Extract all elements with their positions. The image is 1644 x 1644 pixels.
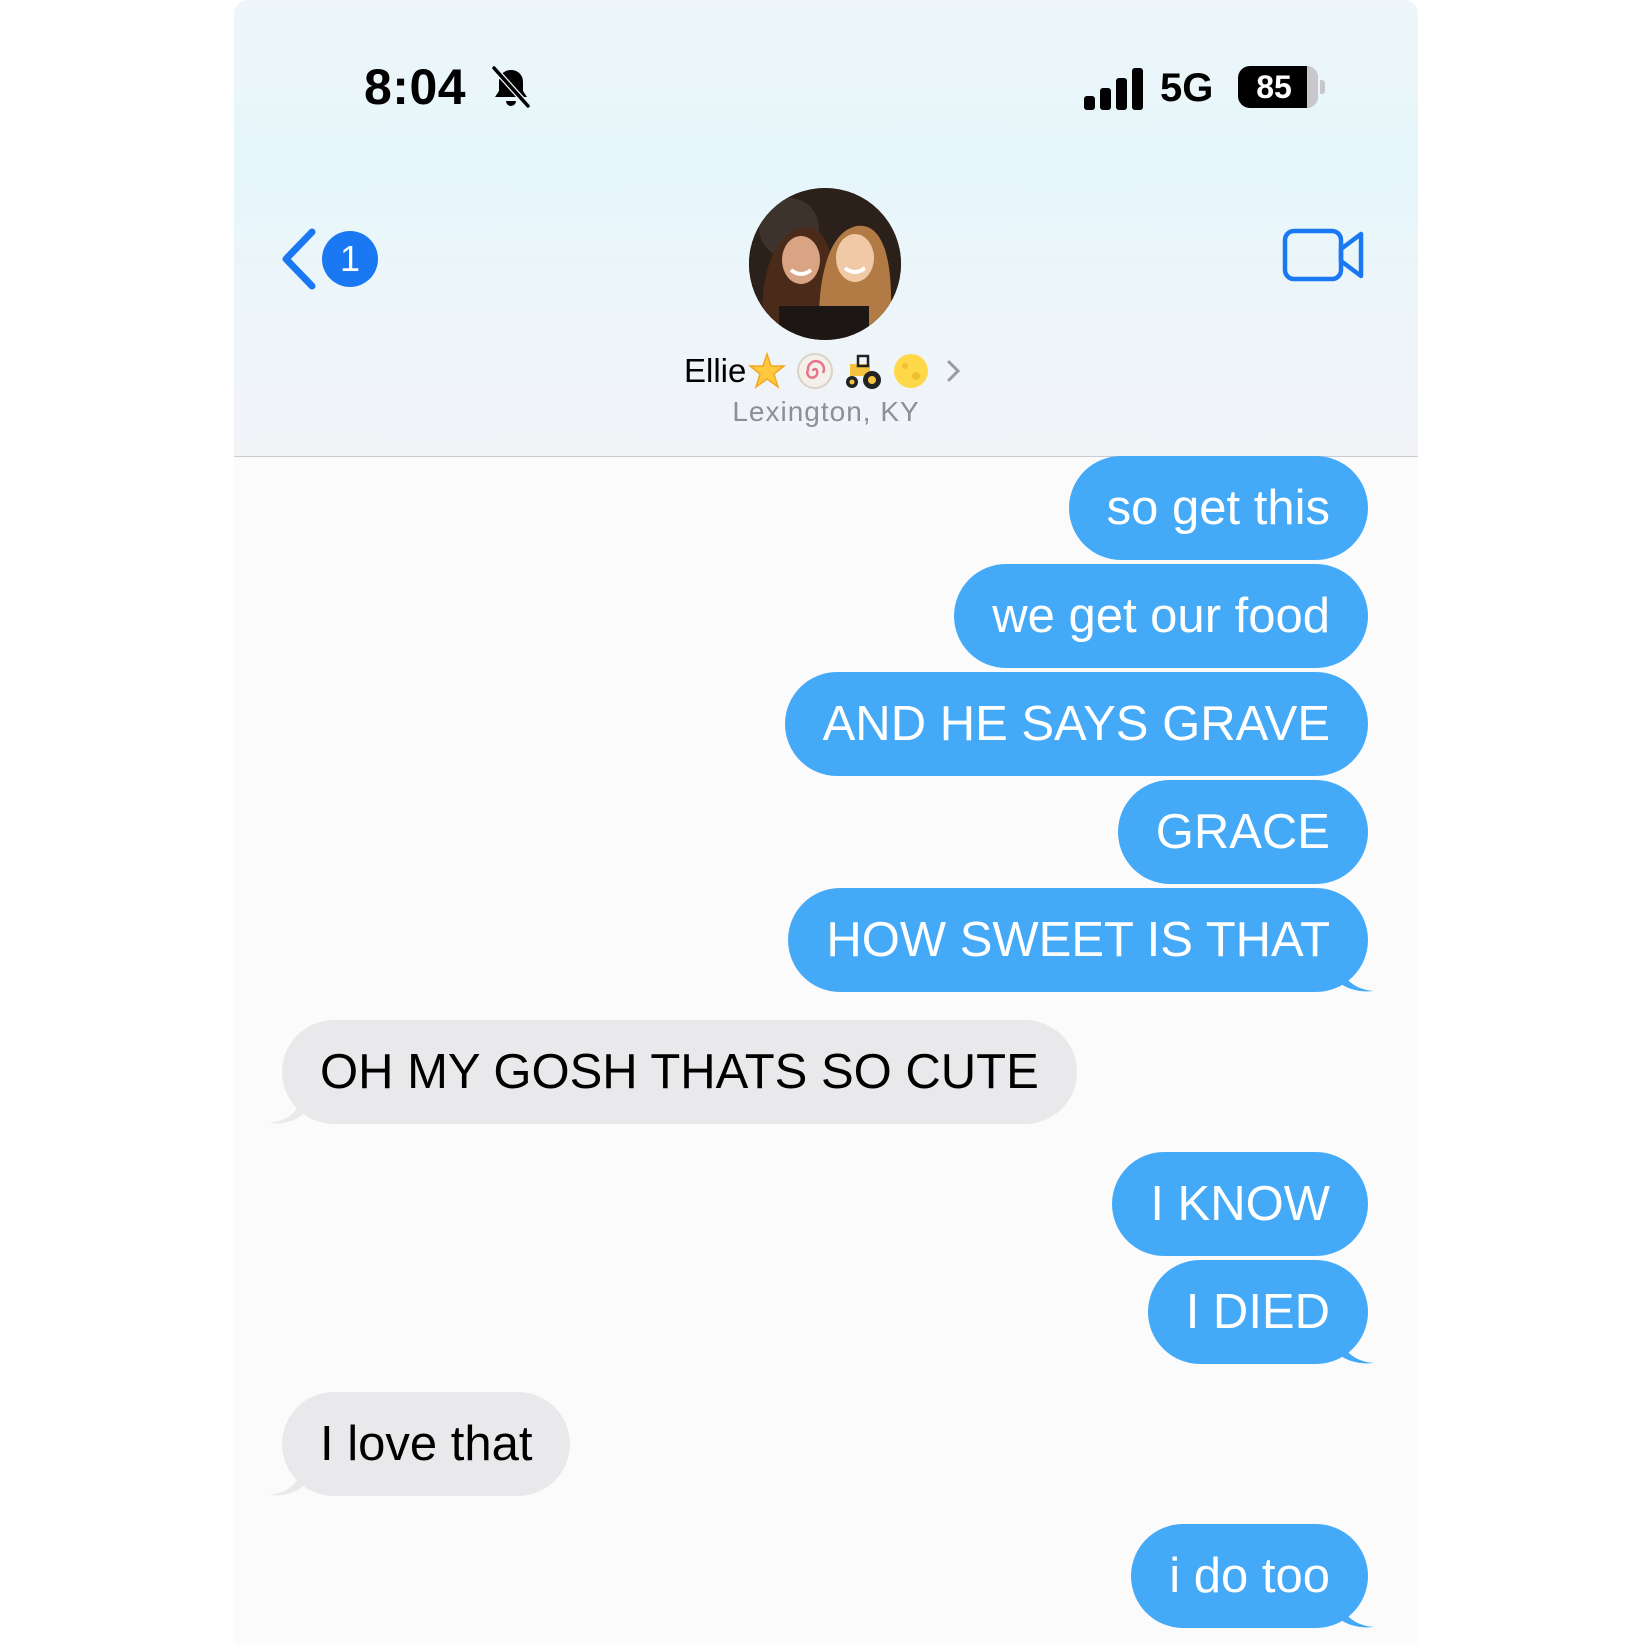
chevron-left-icon[interactable] <box>278 226 320 292</box>
bell-slash-icon <box>491 65 531 109</box>
outgoing-bubble-tail <box>1336 1589 1374 1628</box>
conversation-header: 8:04 5G 85 1 Ellie Lexington, KY <box>234 0 1418 457</box>
tractor-emoji-icon <box>846 354 882 389</box>
incoming-bubble-tail <box>268 1085 306 1124</box>
star-emoji-icon <box>748 352 787 389</box>
network-type: 5G <box>1160 66 1214 110</box>
incoming-message[interactable]: OH MY GOSH THATS SO CUTE <box>282 1020 1077 1124</box>
battery-indicator: 85 <box>1238 66 1318 108</box>
messages-screen: 8:04 5G 85 1 Ellie Lexington, KY so get … <box>234 0 1418 1644</box>
moon-emoji-icon <box>894 354 929 388</box>
battery-terminal <box>1320 80 1325 94</box>
incoming-bubble-tail <box>268 1457 306 1496</box>
cellular-signal-icon <box>1084 68 1143 110</box>
outgoing-bubble-tail <box>1336 953 1374 992</box>
outgoing-message[interactable]: we get our food <box>954 564 1368 668</box>
outgoing-message[interactable]: GRACE <box>1117 780 1368 884</box>
outgoing-message[interactable]: I KNOW <box>1112 1152 1368 1256</box>
chevron-right-icon <box>947 360 961 382</box>
outgoing-bubble-tail <box>1336 1325 1374 1364</box>
outgoing-message[interactable]: I DIED <box>1147 1260 1368 1364</box>
contact-subtitle: Lexington, KY <box>732 396 920 427</box>
outgoing-message[interactable]: i do too <box>1131 1524 1368 1628</box>
incoming-message[interactable]: I love that <box>282 1392 571 1496</box>
contact-name: Ellie <box>684 352 747 389</box>
status-time: 8:04 <box>364 59 467 115</box>
outgoing-message[interactable]: AND HE SAYS GRAVE <box>784 672 1368 776</box>
contact-name-row[interactable]: Ellie <box>684 352 974 390</box>
outgoing-message[interactable]: so get this <box>1068 456 1368 560</box>
unread-count-badge[interactable]: 1 <box>322 231 378 287</box>
avatar-photo <box>749 188 901 340</box>
contact-avatar[interactable] <box>749 188 901 340</box>
outgoing-message[interactable]: HOW SWEET IS THAT <box>788 888 1368 992</box>
video-camera-icon[interactable] <box>1282 228 1366 282</box>
fishcake-emoji-icon <box>797 353 834 389</box>
